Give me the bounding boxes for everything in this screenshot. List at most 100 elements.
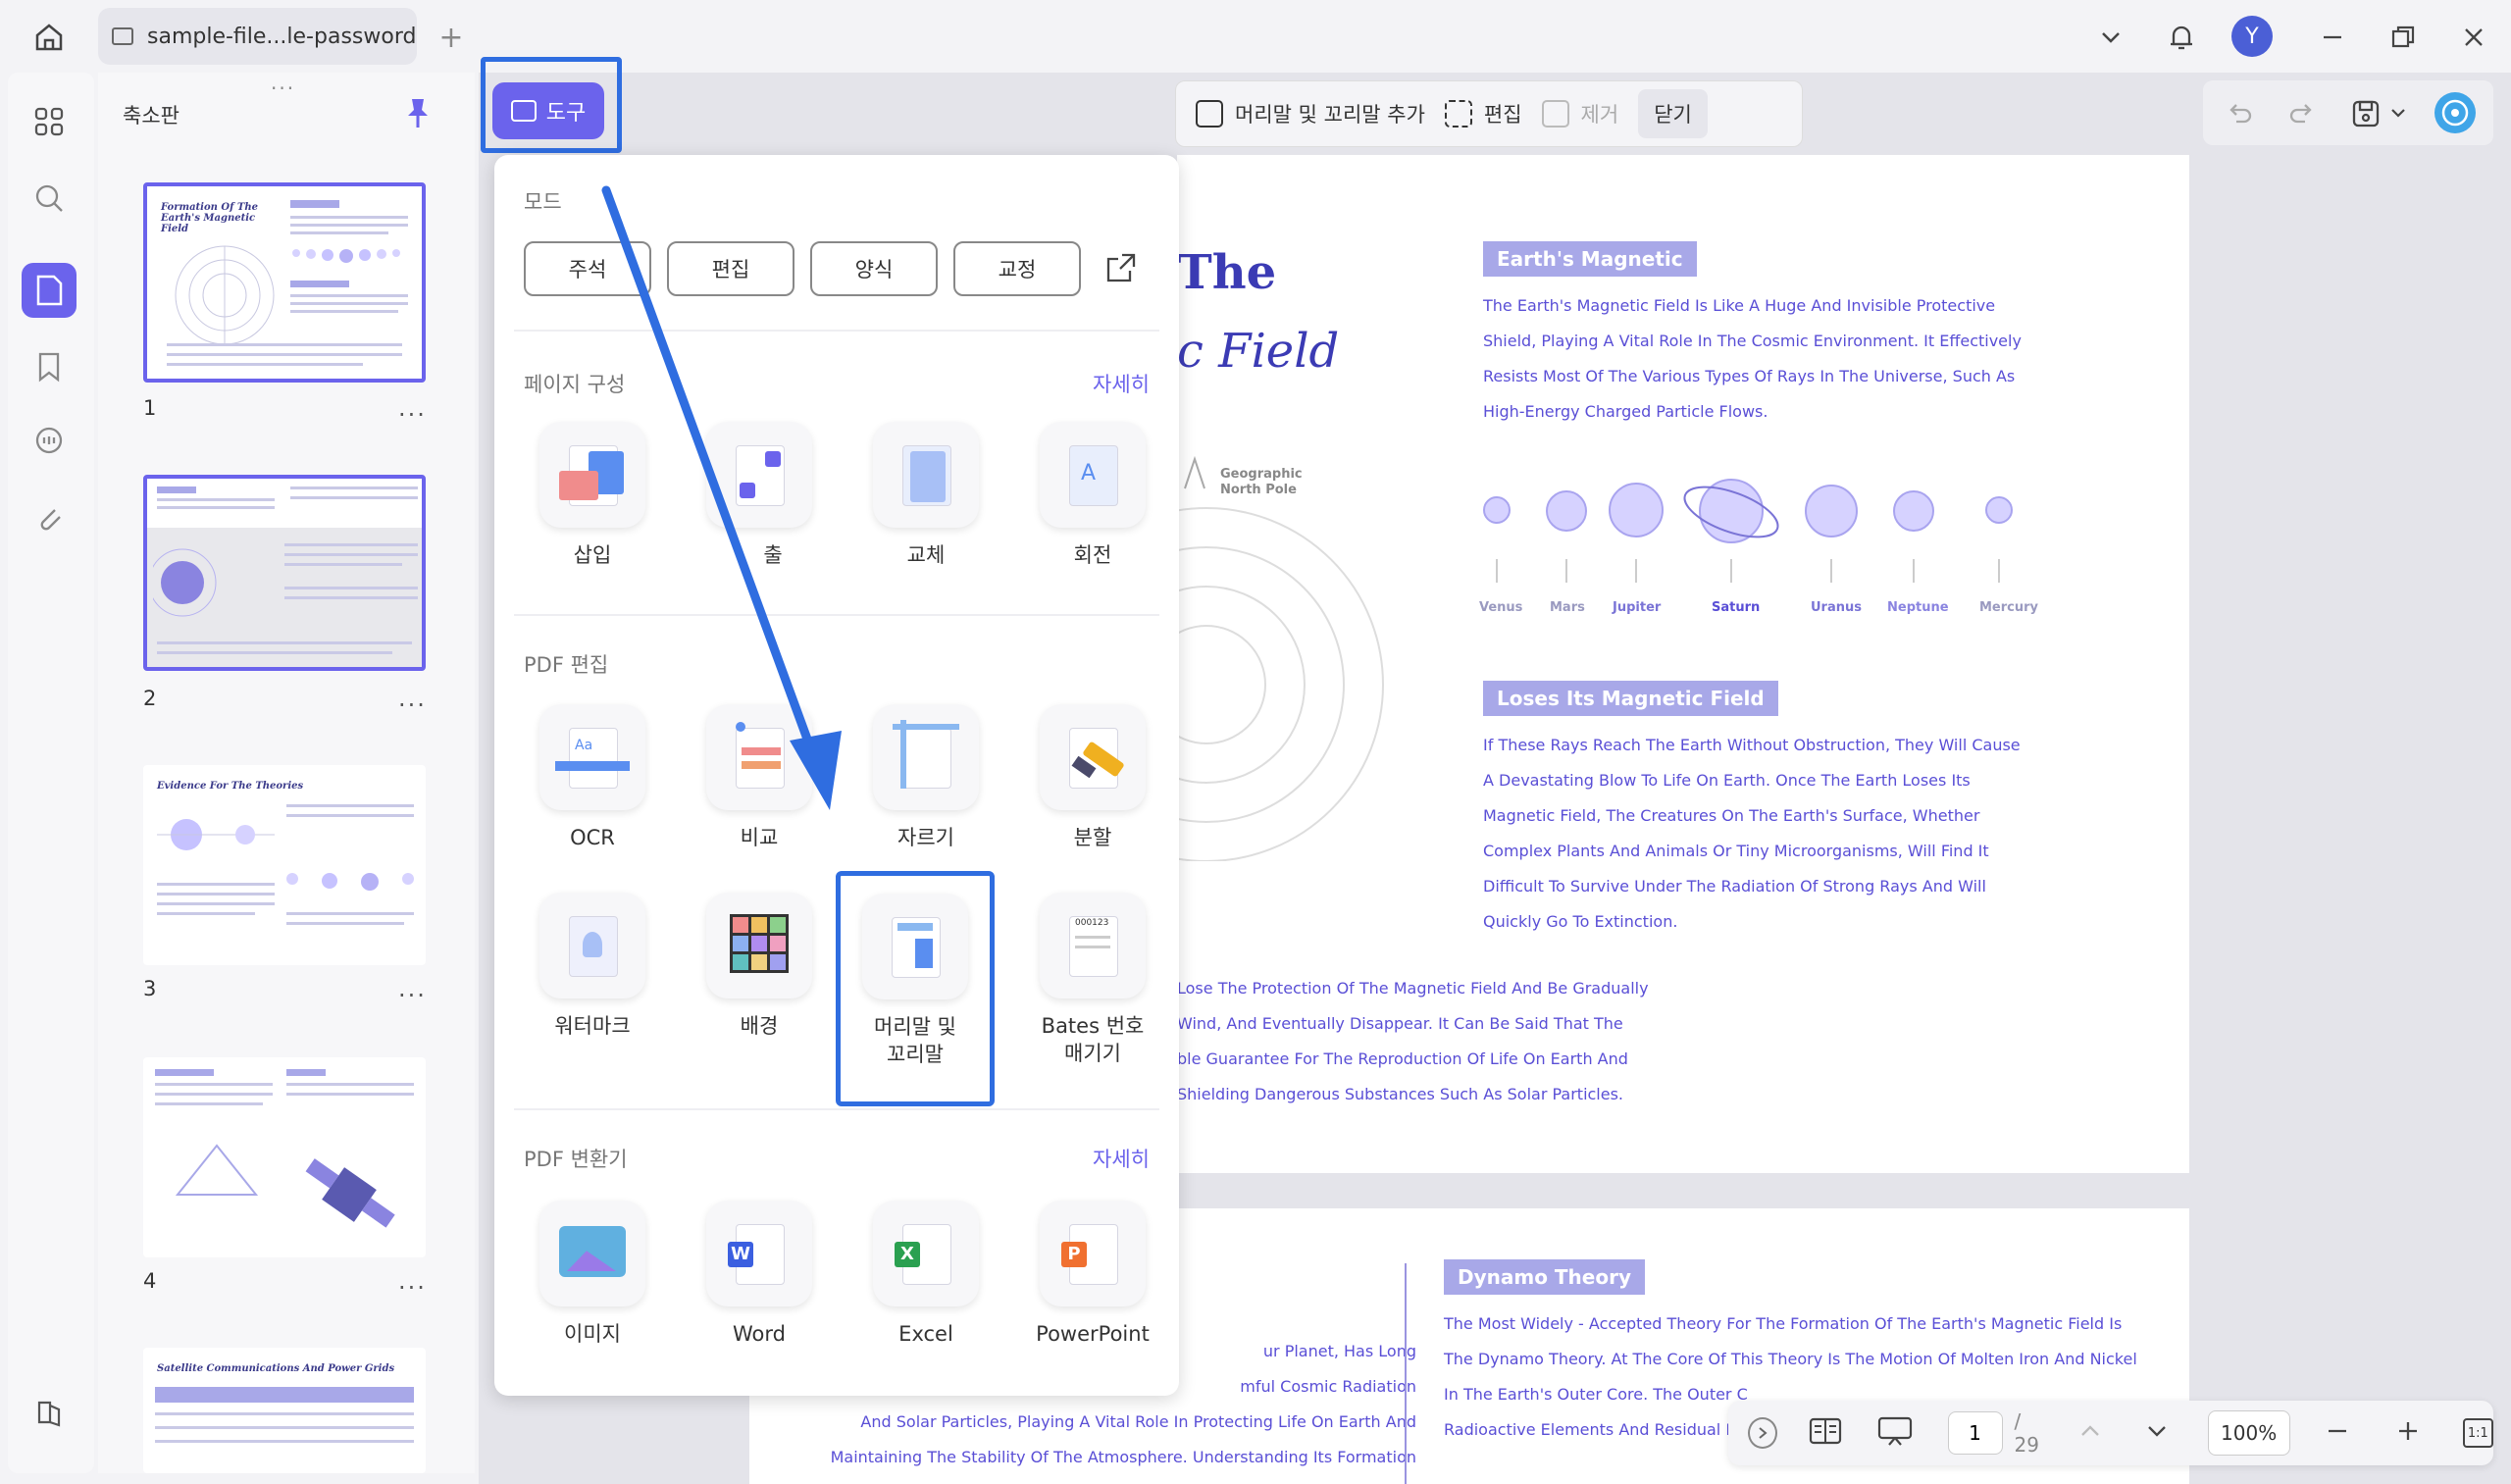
pin-icon[interactable] bbox=[404, 96, 432, 133]
save-dropdown-icon[interactable] bbox=[2389, 104, 2407, 126]
chevron-up-icon[interactable] bbox=[2078, 1419, 2102, 1447]
tool-convert-excel[interactable]: X Excel bbox=[852, 1201, 999, 1348]
redo-icon[interactable] bbox=[2287, 98, 2317, 131]
tool-convert-word[interactable]: W Word bbox=[686, 1201, 833, 1348]
tool-label: Bates 번호 매기기 bbox=[1041, 1014, 1145, 1065]
avatar[interactable]: Y bbox=[2231, 16, 2273, 57]
chevron-down-icon[interactable] bbox=[2145, 1419, 2169, 1447]
planet-label: Neptune bbox=[1887, 600, 1949, 615]
edit-icon bbox=[1444, 100, 1472, 128]
tool-watermark[interactable]: 워터마크 bbox=[519, 893, 666, 1040]
thumbnail-page-5[interactable]: Satellite Communications And Power Grids bbox=[143, 1348, 426, 1473]
apps-grid-icon[interactable] bbox=[22, 94, 77, 149]
bell-icon[interactable] bbox=[2162, 18, 2201, 57]
document-tab[interactable]: sample-file...le-password bbox=[98, 8, 417, 65]
planet-uranus bbox=[1805, 485, 1858, 537]
powerpoint-icon: P bbox=[1040, 1201, 1146, 1306]
zoom-in-icon[interactable] bbox=[2396, 1419, 2420, 1447]
panel-title: 축소판 bbox=[123, 104, 179, 128]
tools-button[interactable]: 도구 bbox=[492, 82, 604, 139]
thumbnail-page-2[interactable] bbox=[143, 475, 426, 671]
home-icon[interactable] bbox=[29, 18, 69, 57]
presentation-icon[interactable] bbox=[1877, 1415, 1913, 1451]
thumbnail-page-1[interactable]: Formation Of The Earth's Magnetic Field bbox=[143, 182, 426, 383]
planet-label: Mars bbox=[1550, 600, 1585, 615]
thumbnail-more-button[interactable]: ... bbox=[398, 975, 427, 1002]
tool-crop[interactable]: 자르기 bbox=[852, 704, 999, 851]
close-icon[interactable] bbox=[2454, 18, 2493, 57]
add-header-footer-button[interactable]: 머리말 및 꼬리말 추가 bbox=[1196, 99, 1425, 128]
remove-button[interactable]: 제거 bbox=[1541, 99, 1618, 128]
tool-convert-image[interactable]: 이미지 bbox=[519, 1201, 666, 1348]
tool-background[interactable]: 배경 bbox=[686, 893, 833, 1040]
panel-resize-handle[interactable]: ··· bbox=[271, 77, 295, 100]
menu-divider bbox=[514, 1108, 1159, 1110]
page-number-input[interactable] bbox=[1947, 1411, 2003, 1455]
convert-section-more-link[interactable]: 자세히 bbox=[1093, 1144, 1150, 1173]
edit-label: 편집 bbox=[1483, 103, 1522, 127]
excel-icon: X bbox=[873, 1201, 979, 1306]
thumbnail-page-number: 1 bbox=[143, 396, 157, 420]
close-toolbar-button[interactable]: 닫기 bbox=[1638, 89, 1708, 138]
status-bar: / 29 100% 1:1 bbox=[1728, 1401, 2493, 1465]
tool-header-footer[interactable]: 머리말 및 꼬리말 bbox=[836, 871, 995, 1106]
chevron-right-icon[interactable] bbox=[1748, 1417, 1777, 1449]
external-link-icon[interactable] bbox=[1104, 251, 1138, 288]
planet-mercury bbox=[1985, 496, 2013, 524]
convert-section-title: PDF 변환기 bbox=[524, 1148, 628, 1171]
bates-numbering-icon: 000123 bbox=[1040, 893, 1146, 998]
tool-convert-powerpoint[interactable]: P PowerPoint bbox=[1019, 1201, 1166, 1348]
search-icon[interactable] bbox=[22, 171, 77, 226]
tool-label: 워터마크 bbox=[554, 1014, 631, 1038]
tool-label: OCR bbox=[570, 826, 615, 849]
add-header-footer-label: 머리말 및 꼬리말 추가 bbox=[1235, 103, 1425, 127]
page-section-more-link[interactable]: 자세히 bbox=[1093, 369, 1150, 398]
background-icon bbox=[706, 893, 812, 998]
document-tab-title: sample-file...le-password bbox=[147, 24, 417, 49]
thumbnails-icon[interactable] bbox=[22, 263, 77, 318]
page-total: / 29 bbox=[2014, 1409, 2039, 1457]
tool-split[interactable]: 분할 bbox=[1019, 704, 1166, 851]
thumbnail-more-button[interactable]: ... bbox=[398, 394, 427, 422]
mode-proofread-button[interactable]: 교정 bbox=[953, 241, 1081, 296]
tool-replace[interactable]: 교체 bbox=[852, 422, 999, 569]
zoom-level[interactable]: 100% bbox=[2207, 1410, 2290, 1456]
thumbnail-page-3[interactable]: Evidence For The Theories bbox=[143, 765, 426, 965]
planet-label: Venus bbox=[1479, 600, 1523, 615]
chevron-down-icon[interactable] bbox=[2091, 18, 2130, 57]
paragraph-1: The Earth's Magnetic Field Is Like A Hug… bbox=[1483, 296, 2022, 421]
tool-rotate[interactable]: A 회전 bbox=[1019, 422, 1166, 569]
reading-mode-icon[interactable] bbox=[1809, 1416, 1842, 1450]
undo-icon[interactable] bbox=[2225, 98, 2254, 131]
save-icon[interactable] bbox=[2350, 98, 2382, 133]
bookmark-icon[interactable] bbox=[22, 339, 77, 394]
thumbnail-page-4[interactable] bbox=[143, 1057, 426, 1257]
image-file-icon bbox=[539, 1201, 645, 1306]
tool-label: Word bbox=[733, 1322, 786, 1346]
replace-page-icon bbox=[873, 422, 979, 528]
split-icon bbox=[1040, 704, 1146, 810]
restore-icon[interactable] bbox=[2383, 18, 2423, 57]
tool-label: 회전 bbox=[1073, 543, 1112, 567]
comment-icon[interactable] bbox=[22, 414, 77, 469]
doc-title-line1: The bbox=[1177, 245, 1277, 300]
thumbnail-more-button[interactable]: ... bbox=[398, 1267, 427, 1295]
mode-section-title: 모드 bbox=[524, 190, 562, 214]
thumbnail-page-number: 4 bbox=[143, 1269, 157, 1293]
geographic-pole-label: Geographic North Pole bbox=[1220, 467, 1303, 497]
minimize-icon[interactable] bbox=[2313, 18, 2352, 57]
tool-label: Excel bbox=[898, 1322, 953, 1346]
panel-toggle-icon[interactable] bbox=[22, 1385, 77, 1440]
thumbnail-more-button[interactable]: ... bbox=[398, 685, 427, 712]
ai-assistant-icon[interactable] bbox=[2434, 92, 2476, 133]
tool-bates-numbering[interactable]: 000123 Bates 번호 매기기 bbox=[1019, 893, 1166, 1067]
tool-label: 배경 bbox=[740, 1014, 779, 1038]
edit-button[interactable]: 편집 bbox=[1444, 99, 1522, 128]
remove-icon bbox=[1541, 100, 1569, 128]
attachment-icon[interactable] bbox=[22, 490, 77, 545]
planet-jupiter bbox=[1609, 483, 1664, 537]
paragraph-3: Lose The Protection Of The Magnetic Fiel… bbox=[1177, 979, 1649, 1103]
new-tab-icon[interactable]: + bbox=[432, 18, 471, 57]
zoom-out-icon[interactable] bbox=[2326, 1419, 2349, 1447]
actual-size-icon[interactable]: 1:1 bbox=[2462, 1418, 2493, 1448]
